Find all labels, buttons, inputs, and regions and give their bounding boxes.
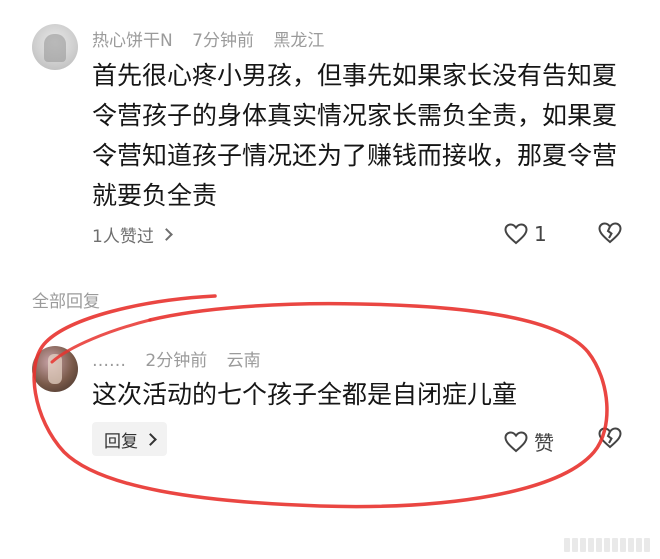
chevron-right-icon [159, 228, 173, 241]
username[interactable]: …… [92, 351, 126, 371]
comment-meta: …… 2分钟前 云南 [92, 346, 275, 371]
likes-summary-label: 1人赞过 [92, 227, 154, 247]
reply-label: 回复 [104, 431, 138, 452]
all-replies-label: 全部回复 [32, 292, 100, 312]
avatar[interactable] [32, 24, 78, 70]
reply-button[interactable]: 回复 [92, 422, 167, 456]
username[interactable]: 热心饼干N [92, 31, 173, 51]
location: 云南 [226, 351, 261, 371]
avatar[interactable] [32, 346, 78, 392]
comment-text[interactable]: 这次活动的七个孩子全都是自闭症儿童 [92, 375, 622, 415]
heart-outline-icon [504, 223, 528, 245]
likes-summary-link[interactable]: 1人赞过 [92, 222, 173, 247]
dislike-button[interactable] [598, 222, 622, 248]
broken-heart-icon [598, 222, 622, 244]
timestamp: 7分钟前 [192, 31, 254, 51]
timestamp: 2分钟前 [145, 351, 208, 371]
watermark [564, 537, 650, 553]
dislike-button[interactable] [598, 427, 622, 453]
like-count: 1 [534, 222, 547, 246]
comment-thread: 热心饼干N 7分钟前 黑龙江 首先很心疼小男孩，但事先如果家长没有告知夏令营孩子… [0, 0, 660, 559]
heart-outline-icon [504, 430, 528, 452]
chevron-right-icon [144, 432, 157, 446]
location: 黑龙江 [273, 31, 325, 51]
broken-heart-icon [598, 427, 622, 449]
like-button[interactable]: 赞 [504, 427, 554, 456]
like-label: 赞 [534, 431, 554, 455]
like-button[interactable]: 1 [504, 222, 547, 246]
comment-text[interactable]: 首先很心疼小男孩，但事先如果家长没有告知夏令营孩子的身体真实情况家长需负全责，如… [92, 56, 622, 216]
comment-meta: 热心饼干N 7分钟前 黑龙江 [92, 26, 338, 51]
